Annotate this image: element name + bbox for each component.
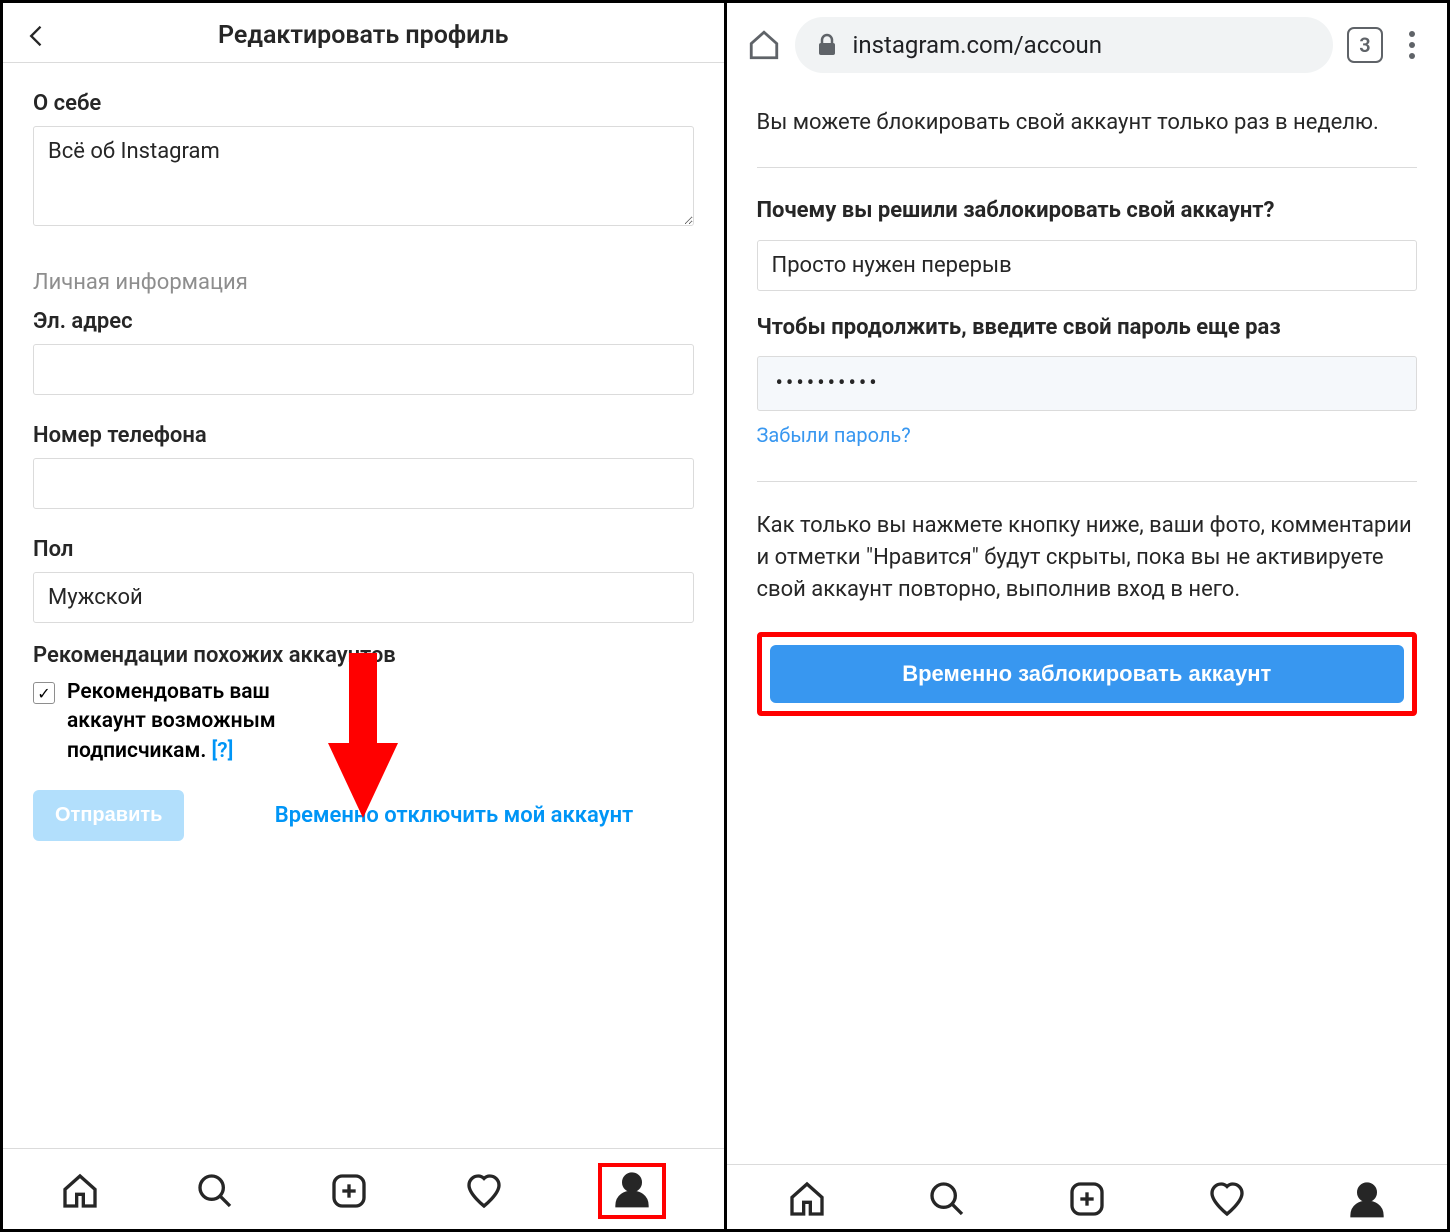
recommend-help-link[interactable]: [?] [212,739,234,763]
nav-profile-icon[interactable] [1347,1179,1387,1219]
nav-profile-icon[interactable] [612,1169,652,1209]
reason-label: Почему вы решили заблокировать свой акка… [757,196,1418,226]
email-field[interactable] [33,344,694,395]
disable-button-highlight: Временно заблокировать аккаунт [757,632,1418,716]
recommend-checkbox[interactable]: ✓ [33,682,55,704]
forgot-password-link[interactable]: Забыли пароль? [757,423,911,447]
nav-activity-icon[interactable] [1207,1179,1247,1219]
gender-select[interactable]: Мужской [33,572,694,623]
disable-account-page: Вы можете блокировать свой аккаунт тольк… [727,87,1448,1164]
browser-toolbar: instagram.com/accoun 3 [727,3,1448,87]
reenter-password-label: Чтобы продолжить, введите свой пароль ещ… [757,313,1418,343]
tabs-count-badge[interactable]: 3 [1347,27,1383,63]
recommend-text-content: Рекомендовать ваш аккаунт возможным подп… [67,680,276,763]
nav-add-icon[interactable] [329,1171,369,1211]
lock-icon [817,33,837,57]
page-title: Редактировать профиль [51,21,676,50]
url-text: instagram.com/accoun [853,31,1103,59]
phone-label: Номер телефона [33,423,694,448]
browser-menu-icon[interactable] [1397,31,1427,59]
red-arrow-annotation [323,653,403,823]
recommend-text: Рекомендовать ваш аккаунт возможным подп… [67,678,327,766]
edit-profile-form: О себе Всё об Instagram Личная информаци… [3,63,724,1148]
weekly-limit-notice: Вы можете блокировать свой аккаунт тольк… [757,107,1418,139]
back-icon[interactable] [23,22,51,50]
nav-home-icon[interactable] [787,1179,827,1219]
submit-button[interactable]: Отправить [33,790,184,841]
personal-info-section: Личная информация [33,270,694,295]
password-field[interactable] [757,356,1418,411]
nav-home-icon[interactable] [60,1171,100,1211]
browser-home-icon[interactable] [747,28,781,62]
gender-label: Пол [33,537,694,562]
bio-textarea[interactable]: Всё об Instagram [33,126,694,226]
phone-field[interactable] [33,458,694,509]
nav-activity-icon[interactable] [464,1171,504,1211]
bio-label: О себе [33,91,694,116]
nav-profile-highlight [598,1163,666,1219]
bottom-nav [3,1148,724,1229]
nav-search-icon[interactable] [927,1179,967,1219]
edit-profile-header: Редактировать профиль [3,3,724,63]
nav-add-icon[interactable] [1067,1179,1107,1219]
divider [757,481,1418,482]
temporarily-disable-link[interactable]: Временно отключить мой аккаунт [214,801,693,831]
nav-search-icon[interactable] [195,1171,235,1211]
email-label: Эл. адрес [33,309,694,334]
address-bar[interactable]: instagram.com/accoun [795,17,1334,73]
disable-consequence-notice: Как только вы нажмете кнопку ниже, ваши … [757,510,1418,606]
reason-select[interactable]: Просто нужен перерыв [757,240,1418,291]
temporarily-disable-account-button[interactable]: Временно заблокировать аккаунт [770,645,1405,703]
divider [757,167,1418,168]
bottom-nav [727,1164,1448,1229]
